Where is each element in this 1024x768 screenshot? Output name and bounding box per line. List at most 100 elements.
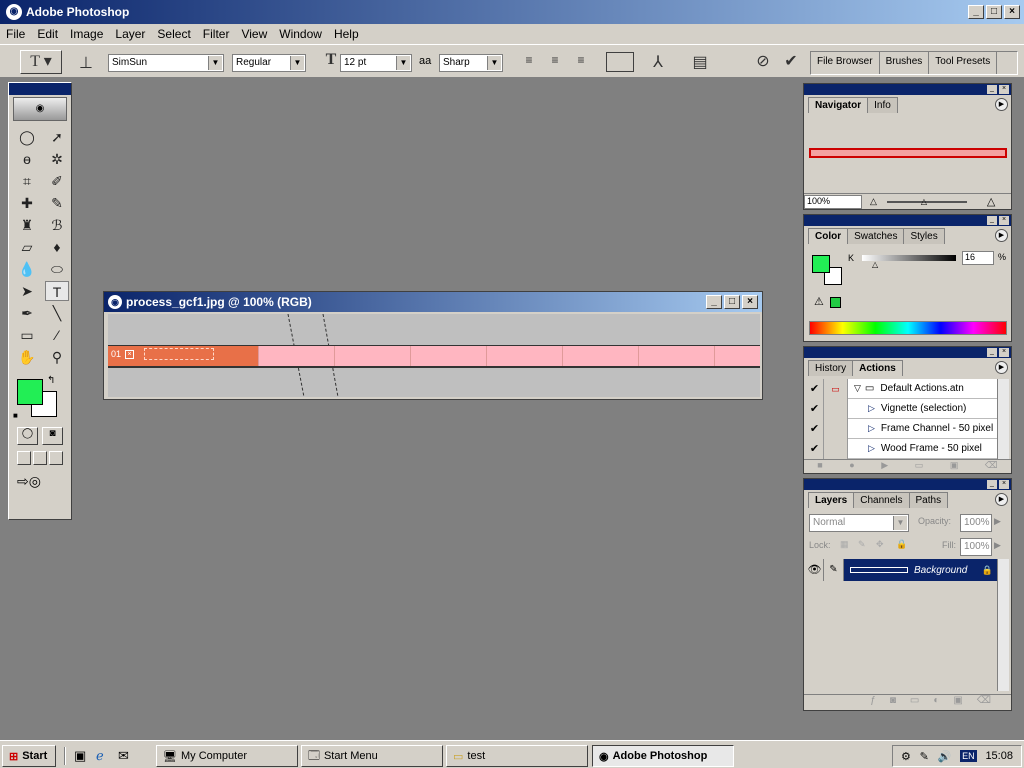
tab-history[interactable]: History	[808, 360, 854, 376]
navigator-palette-title-bar[interactable]: _ ×	[804, 84, 1011, 95]
outlook-express-icon[interactable]: ✉	[118, 748, 129, 764]
lock-all-icon[interactable]: 🔒	[896, 539, 907, 550]
actions-palette-title-bar[interactable]: _ ×	[804, 347, 1011, 358]
well-file-browser[interactable]: File Browser	[811, 52, 880, 74]
menu-edit[interactable]: Edit	[31, 27, 64, 41]
delete-layer-icon[interactable]: ⌫	[977, 695, 991, 710]
brush-tool-icon[interactable]: ✎	[45, 193, 69, 213]
tray-volume-icon[interactable]: 🔊	[938, 750, 952, 763]
maximize-button[interactable]: □	[986, 5, 1002, 19]
minimize-button[interactable]: _	[968, 5, 984, 19]
tab-paths[interactable]: Paths	[908, 492, 949, 508]
menu-select[interactable]: Select	[151, 27, 196, 41]
layer-brush-icon[interactable]: ✎	[824, 559, 844, 581]
pen-tool-icon[interactable]: ✒	[15, 303, 39, 323]
task-test[interactable]: ▭ test	[446, 745, 588, 767]
layer-visibility-eye-icon[interactable]: 👁	[806, 559, 824, 581]
action-set-row[interactable]: ✔ ▭ ▽ ▭ Default Actions.atn	[806, 378, 997, 399]
healing-brush-tool-icon[interactable]: ✚	[15, 193, 39, 213]
tab-channels[interactable]: Channels	[853, 492, 910, 508]
type-tool-preset-icon[interactable]: T ▾	[20, 50, 62, 74]
jump-to-imageready-icon[interactable]: ⇨◎	[9, 467, 71, 496]
zoom-tool-icon[interactable]: ⚲	[45, 347, 69, 367]
lock-position-icon[interactable]: ✥	[876, 539, 884, 550]
new-layer-icon[interactable]: ▣	[953, 695, 962, 710]
slice-tool-icon[interactable]: ✐	[45, 171, 69, 191]
blend-mode-select[interactable]: Normal ▼	[809, 514, 909, 532]
navigator-thumbnail[interactable]	[809, 148, 1007, 158]
action-toggle-check-icon[interactable]: ✔	[806, 378, 824, 399]
quick-mask-mode-icon[interactable]: ◙	[42, 427, 63, 445]
notes-tool-icon[interactable]: ▭	[15, 325, 39, 345]
full-screen-icon[interactable]	[49, 451, 63, 465]
image-close-button[interactable]: ×	[742, 295, 758, 309]
adobe-online-icon[interactable]: ◉	[13, 97, 67, 121]
full-screen-menu-icon[interactable]	[33, 451, 47, 465]
record-icon[interactable]: ●	[849, 460, 854, 473]
actions-scrollbar[interactable]	[997, 379, 1009, 459]
layer-mask-icon[interactable]: ◙	[890, 695, 896, 710]
image-window-title-bar[interactable]: ◉ process_gcf1.jpg @ 100% (RGB) _ □ ×	[104, 292, 762, 312]
collapsed-triangle-icon[interactable]: ▷	[848, 443, 875, 454]
play-icon[interactable]: ▶	[881, 460, 888, 473]
crop-tool-icon[interactable]: ⌗	[15, 171, 39, 191]
lasso-tool-icon[interactable]: ɵ	[15, 149, 39, 169]
tab-color[interactable]: Color	[808, 228, 849, 244]
actions-close-button[interactable]: ×	[999, 348, 1009, 357]
dialog-toggle-empty[interactable]	[824, 398, 848, 419]
action-toggle-check-icon[interactable]: ✔	[806, 398, 824, 419]
eyedropper-tool-icon[interactable]: ⁄	[45, 325, 69, 345]
dialog-toggle-icon[interactable]: ▭	[824, 378, 848, 399]
move-tool-icon[interactable]: ➚	[45, 127, 69, 147]
image-minimize-button[interactable]: _	[706, 295, 722, 309]
action-toggle-check-icon[interactable]: ✔	[806, 418, 824, 439]
action-toggle-check-icon[interactable]: ✔	[806, 438, 824, 459]
warp-text-icon[interactable]: ⅄	[648, 52, 668, 72]
clone-stamp-tool-icon[interactable]: ♜	[15, 215, 39, 235]
color-ramp[interactable]	[809, 321, 1007, 335]
line-tool-icon[interactable]: ╲	[45, 303, 69, 323]
action-row[interactable]: ✔ ▷ Vignette (selection)	[806, 398, 997, 419]
expand-triangle-icon[interactable]: ▽	[848, 383, 861, 394]
clock[interactable]: 15:08	[985, 750, 1013, 762]
dodge-tool-icon[interactable]: ⬭	[45, 259, 69, 279]
tray-app-icon[interactable]: ⚙	[901, 750, 911, 763]
well-tool-presets[interactable]: Tool Presets	[929, 52, 998, 74]
lock-transparency-icon[interactable]: ▦	[840, 539, 849, 550]
tab-navigator[interactable]: Navigator	[808, 97, 869, 113]
dialog-toggle-empty[interactable]	[824, 438, 848, 459]
opacity-arrow-icon[interactable]: ▶	[994, 516, 1001, 527]
collapsed-triangle-icon[interactable]: ▷	[848, 403, 875, 414]
navigator-close-button[interactable]: ×	[999, 85, 1009, 94]
tab-layers[interactable]: Layers	[808, 492, 855, 508]
navigator-zoom-field[interactable]: 100%	[804, 194, 862, 209]
type-tool-icon[interactable]: T	[45, 281, 69, 301]
actions-menu-icon[interactable]: ▶	[995, 361, 1008, 374]
layer-style-icon[interactable]: ƒ	[870, 695, 876, 710]
text-color-swatch[interactable]	[606, 52, 634, 72]
menu-image[interactable]: Image	[64, 27, 109, 41]
menu-layer[interactable]: Layer	[109, 27, 151, 41]
history-brush-tool-icon[interactable]: ℬ	[45, 215, 69, 235]
actions-minimize-button[interactable]: _	[987, 348, 997, 357]
task-my-computer[interactable]: 🖥 My Computer	[156, 745, 298, 767]
tab-actions[interactable]: Actions	[852, 360, 903, 376]
magic-wand-tool-icon[interactable]: ✲	[45, 149, 69, 169]
menu-filter[interactable]: Filter	[197, 27, 236, 41]
new-set-icon[interactable]: ▭	[915, 460, 924, 473]
lock-image-icon[interactable]: ✎	[858, 539, 866, 550]
marquee-tool-icon[interactable]: ◯	[15, 127, 39, 147]
layers-menu-icon[interactable]: ▶	[995, 493, 1008, 506]
new-action-icon[interactable]: ▣	[950, 460, 959, 473]
zoom-slider[interactable]: △	[886, 197, 967, 206]
standard-mode-icon[interactable]: ◯	[17, 427, 38, 445]
fill-arrow-icon[interactable]: ▶	[994, 540, 1001, 551]
color-palette-title-bar[interactable]: _ ×	[804, 215, 1011, 226]
language-indicator[interactable]: EN	[960, 750, 977, 762]
eraser-tool-icon[interactable]: ▱	[15, 237, 39, 257]
color-foreground-swatch[interactable]	[812, 255, 830, 273]
paint-bucket-tool-icon[interactable]: ♦	[45, 237, 69, 257]
align-center-icon[interactable]: ≡	[544, 53, 566, 67]
zoom-out-icon[interactable]: △	[870, 196, 877, 207]
dialog-toggle-empty[interactable]	[824, 418, 848, 439]
